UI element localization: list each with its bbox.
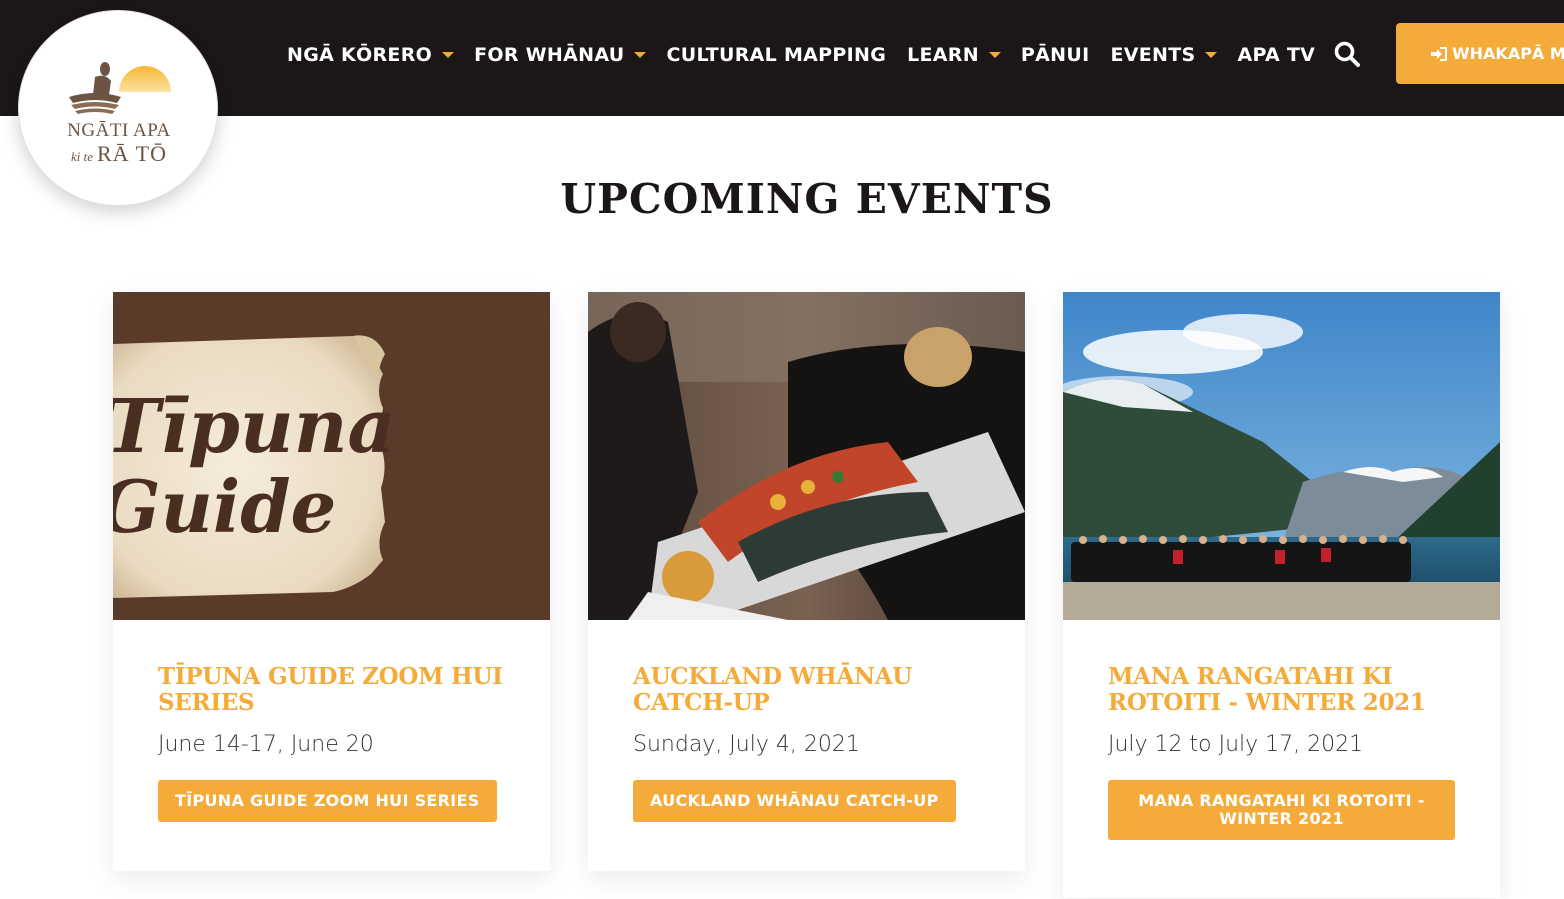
event-image[interactable] bbox=[588, 292, 1025, 620]
event-button[interactable]: MANA RANGATAHI KI ROTOITI - WINTER 2021 bbox=[1108, 780, 1455, 840]
nav-label: EVENTS bbox=[1110, 44, 1196, 66]
contact-label: WHAKAPĀ MAI bbox=[1452, 44, 1564, 63]
event-button[interactable]: TĪPUNA GUIDE ZOOM HUI SERIES bbox=[158, 780, 497, 822]
event-card-body: MANA RANGATAHI KI ROTOITI - WINTER 2021 … bbox=[1063, 620, 1500, 898]
food-buffet-photo bbox=[588, 292, 1025, 620]
nav-item-apa-tv[interactable]: APA TV bbox=[1237, 42, 1315, 68]
image-text-guide: Guide bbox=[113, 464, 337, 549]
nav-label: NGĀ KŌRERO bbox=[287, 44, 433, 66]
logo-text-small: ki te bbox=[70, 149, 93, 164]
top-navigation-bar: NGĀ KŌRERO FOR WHĀNAU CULTURAL MAPPING L… bbox=[0, 0, 1564, 116]
event-card-body: TĪPUNA GUIDE ZOOM HUI SERIES June 14-17,… bbox=[113, 620, 550, 871]
caret-down-icon bbox=[634, 52, 647, 58]
event-title[interactable]: MANA RANGATAHI KI ROTOITI - WINTER 2021 bbox=[1108, 664, 1455, 716]
nav-label: FOR WHĀNAU bbox=[474, 44, 625, 66]
event-date: July 12 to July 17, 2021 bbox=[1108, 732, 1364, 757]
caret-down-icon bbox=[1205, 52, 1218, 58]
nav-label: APA TV bbox=[1237, 44, 1316, 66]
logo-text-big: RĀ TŌ bbox=[97, 141, 167, 166]
caret-down-icon bbox=[988, 52, 1001, 58]
nav-label: PĀNUI bbox=[1020, 44, 1090, 66]
event-date: Sunday, July 4, 2021 bbox=[633, 732, 860, 757]
event-card-body: AUCKLAND WHĀNAU CATCH-UP Sunday, July 4,… bbox=[588, 620, 1025, 871]
nav-label: CULTURAL MAPPING bbox=[666, 44, 887, 66]
event-button[interactable]: AUCKLAND WHĀNAU CATCH-UP bbox=[633, 780, 956, 822]
event-image[interactable] bbox=[1063, 292, 1500, 620]
site-logo[interactable]: NGĀTI APA ki te RĀ TŌ bbox=[18, 10, 218, 206]
nav-item-cultural-mapping[interactable]: CULTURAL MAPPING bbox=[666, 42, 886, 68]
nav-label: LEARN bbox=[907, 44, 979, 66]
image-text-tipuna: Tīpuna bbox=[113, 384, 396, 470]
event-card: AUCKLAND WHĀNAU CATCH-UP Sunday, July 4,… bbox=[588, 292, 1025, 871]
contact-button[interactable]: WHAKAPĀ MAI bbox=[1396, 23, 1564, 84]
search-button[interactable] bbox=[1333, 40, 1361, 68]
event-title[interactable]: AUCKLAND WHĀNAU CATCH-UP bbox=[633, 664, 980, 716]
logo-text-line2: ki te RĀ TŌ bbox=[19, 141, 219, 167]
lake-group-photo bbox=[1063, 292, 1500, 620]
event-title[interactable]: TĪPUNA GUIDE ZOOM HUI SERIES bbox=[158, 664, 505, 716]
nav-item-nga-korero[interactable]: NGĀ KŌRERO bbox=[287, 42, 455, 68]
event-image[interactable]: Tīpuna Guide bbox=[113, 292, 550, 620]
event-card: Tīpuna Guide TĪPUNA GUIDE ZOOM HUI SERIE… bbox=[113, 292, 550, 871]
main-nav: NGĀ KŌRERO FOR WHĀNAU CULTURAL MAPPING L… bbox=[287, 42, 1315, 68]
logo-text-line1: NGĀTI APA bbox=[67, 120, 171, 141]
event-card: MANA RANGATAHI KI ROTOITI - WINTER 2021 … bbox=[1063, 292, 1500, 898]
nav-item-for-whanau[interactable]: FOR WHĀNAU bbox=[474, 42, 647, 68]
event-date: June 14-17, June 20 bbox=[158, 732, 374, 757]
nav-item-panui[interactable]: PĀNUI bbox=[1021, 42, 1090, 68]
nav-item-events[interactable]: EVENTS bbox=[1110, 42, 1218, 68]
nav-item-learn[interactable]: LEARN bbox=[907, 42, 1001, 68]
sun-icon bbox=[119, 66, 171, 92]
waka-figure-icon bbox=[69, 62, 121, 114]
search-icon bbox=[1334, 41, 1360, 67]
sign-in-icon bbox=[1431, 47, 1447, 61]
section-title: UPCOMING EVENTS bbox=[560, 175, 1054, 223]
caret-down-icon bbox=[442, 52, 455, 58]
